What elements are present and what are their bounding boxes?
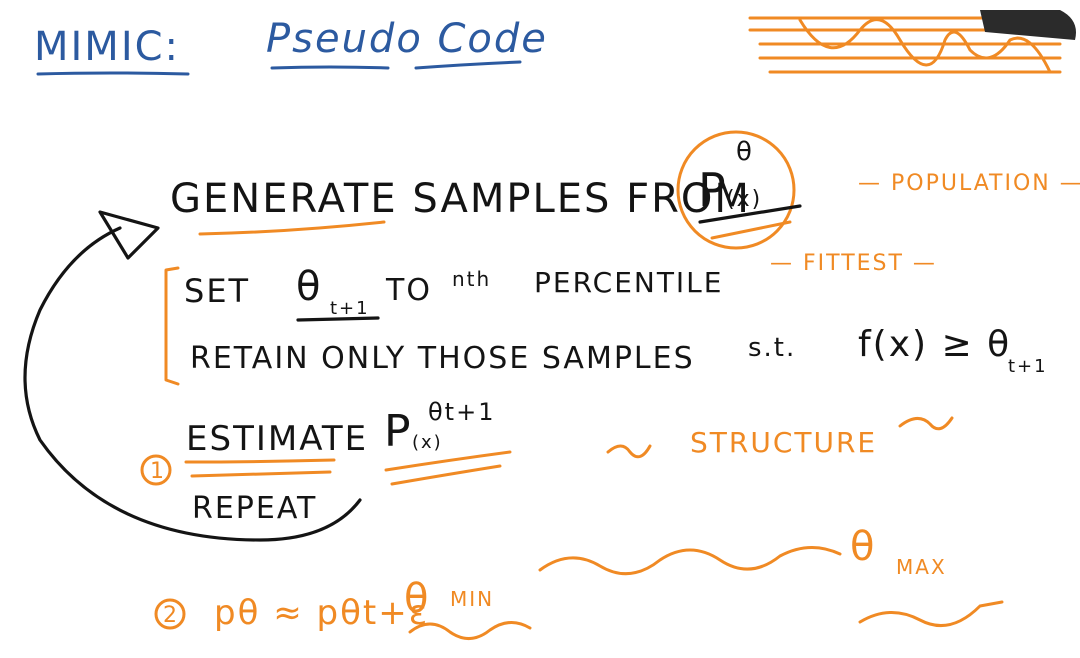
whiteboard: MIMIC: Pseudo Code GENERATE SAMPLES FROM… [23,10,1080,640]
title-mimic: MIMIC: [34,24,180,70]
generate-underline [198,220,386,236]
generate-theta: θ [736,137,754,167]
retain-expr: f(x) ≥ θ [858,324,1011,365]
retain-text: RETAIN ONLY THOSE SAMPLES [190,341,695,376]
generate-p: P [698,163,728,217]
estimate-x: (x) [412,432,443,453]
approx-expression: pθ ≈ pθt+ε [214,593,429,633]
theta-min-sub: MIN [450,587,494,611]
title-underline-1 [36,71,190,76]
selection-bracket [164,266,180,386]
structure-note: STRUCTURE [690,426,877,459]
title-pseudo-code: Pseudo Code [266,16,548,62]
set-nth: nth [452,267,491,291]
generate-text: GENERATE SAMPLES FROM [170,176,751,222]
fittest-note: — FITTEST — [770,251,937,276]
repeat-text: REPEAT [192,491,317,526]
set-theta-sub: t+1 [330,298,370,319]
range-wave [538,545,842,576]
structure-tilde-right [898,416,954,431]
estimate-theta-sup: θt+1 [428,398,495,426]
estimate-underline-4 [390,464,502,486]
estimate-p: P [384,406,413,457]
marker-icon [980,10,1076,40]
estimate-text: ESTIMATE [186,419,368,459]
theta-max: θ [850,524,876,570]
generate-x: (x) [726,187,762,212]
title-underline-2 [270,65,390,70]
theta-underline [296,316,380,322]
estimate-underline-2 [190,470,332,478]
set-text: SET [184,272,250,310]
structure-tilde-left [606,444,652,459]
set-to: TO [385,273,432,308]
title-underline-3 [414,60,522,70]
retain-sub: t+1 [1008,356,1048,377]
max-wave [858,600,1004,628]
retain-st: s.t. [748,333,796,363]
population-note: — POPULATION — [858,171,1080,196]
set-theta: θ [296,264,322,310]
estimate-underline-1 [184,458,336,464]
set-percentile: PERCENTILE [534,266,723,299]
circle-two-label: 2 [163,603,179,628]
theta-max-sub: MAX [896,555,947,579]
theta-min: θ [404,576,430,622]
